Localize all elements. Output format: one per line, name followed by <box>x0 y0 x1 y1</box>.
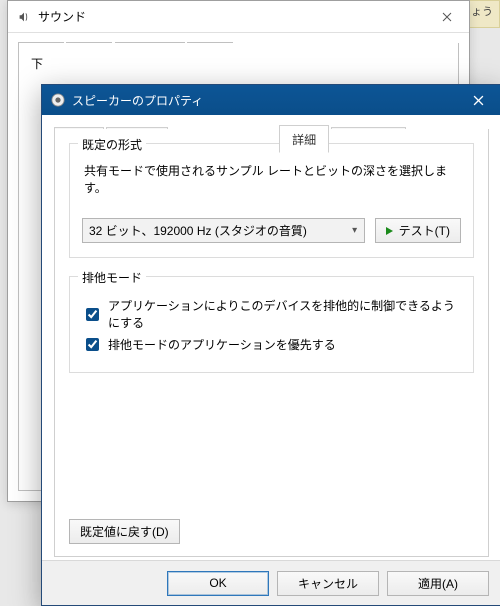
default-format-legend: 既定の形式 <box>78 136 146 153</box>
sound-body-text: 下 <box>31 57 43 71</box>
tab-advanced[interactable]: 詳細 <box>279 125 329 153</box>
dialog-titlebar: スピーカーのプロパティ <box>42 85 500 115</box>
exclusive-priority-row[interactable]: 排他モードのアプリケーションを優先する <box>82 335 461 354</box>
close-icon <box>442 12 452 22</box>
exclusive-mode-group: 排他モード アプリケーションによりこのデバイスを排他的に制御できるようにする 排… <box>69 276 474 373</box>
sound-titlebar: サウンド <box>8 1 469 33</box>
dialog-title: スピーカーのプロパティ <box>72 92 456 109</box>
exclusive-mode-legend: 排他モード <box>78 269 146 286</box>
exclusive-priority-label: 排他モードのアプリケーションを優先する <box>108 336 336 353</box>
default-format-group: 既定の形式 共有モードで使用されるサンプル レートとビットの深さを選択します。 … <box>69 143 474 258</box>
allow-exclusive-control-row[interactable]: アプリケーションによりこのデバイスを排他的に制御できるようにする <box>82 297 461 331</box>
advanced-tab-page: 既定の形式 共有モードで使用されるサンプル レートとビットの深さを選択します。 … <box>54 129 489 557</box>
speaker-icon <box>16 9 32 25</box>
sound-close-button[interactable] <box>424 1 469 32</box>
cancel-label: キャンセル <box>298 575 358 592</box>
exclusive-priority-checkbox[interactable] <box>86 338 99 351</box>
sound-window-title: サウンド <box>38 8 424 25</box>
allow-exclusive-control-checkbox[interactable] <box>86 308 99 321</box>
dialog-close-button[interactable] <box>456 85 500 115</box>
close-icon <box>473 95 484 106</box>
test-button-label: テスト(T) <box>399 222 450 239</box>
speaker-icon <box>50 92 66 108</box>
restore-defaults-button[interactable]: 既定値に戻す(D) <box>69 519 180 544</box>
format-combobox[interactable]: 32 ビット、192000 Hz (スタジオの音質) ▾ <box>82 218 365 243</box>
play-icon <box>386 227 393 235</box>
default-format-desc: 共有モードで使用されるサンプル レートとビットの深さを選択します。 <box>84 162 459 196</box>
restore-defaults-label: 既定値に戻す(D) <box>80 523 169 540</box>
chevron-down-icon: ▾ <box>346 219 364 242</box>
cancel-button[interactable]: キャンセル <box>277 571 379 596</box>
allow-exclusive-control-label: アプリケーションによりこのデバイスを排他的に制御できるようにする <box>108 297 461 331</box>
ok-label: OK <box>209 576 226 590</box>
speaker-properties-dialog: スピーカーのプロパティ 全般 レベル Enhancements 詳細 立体音響 … <box>41 84 500 606</box>
apply-button[interactable]: 適用(A) <box>387 571 489 596</box>
ok-button[interactable]: OK <box>167 571 269 596</box>
apply-label: 適用(A) <box>418 575 458 592</box>
format-selected-value: 32 ビット、192000 Hz (スタジオの音質) <box>89 222 307 239</box>
test-button[interactable]: テスト(T) <box>375 218 461 243</box>
dialog-button-bar: OK キャンセル 適用(A) <box>42 560 500 605</box>
